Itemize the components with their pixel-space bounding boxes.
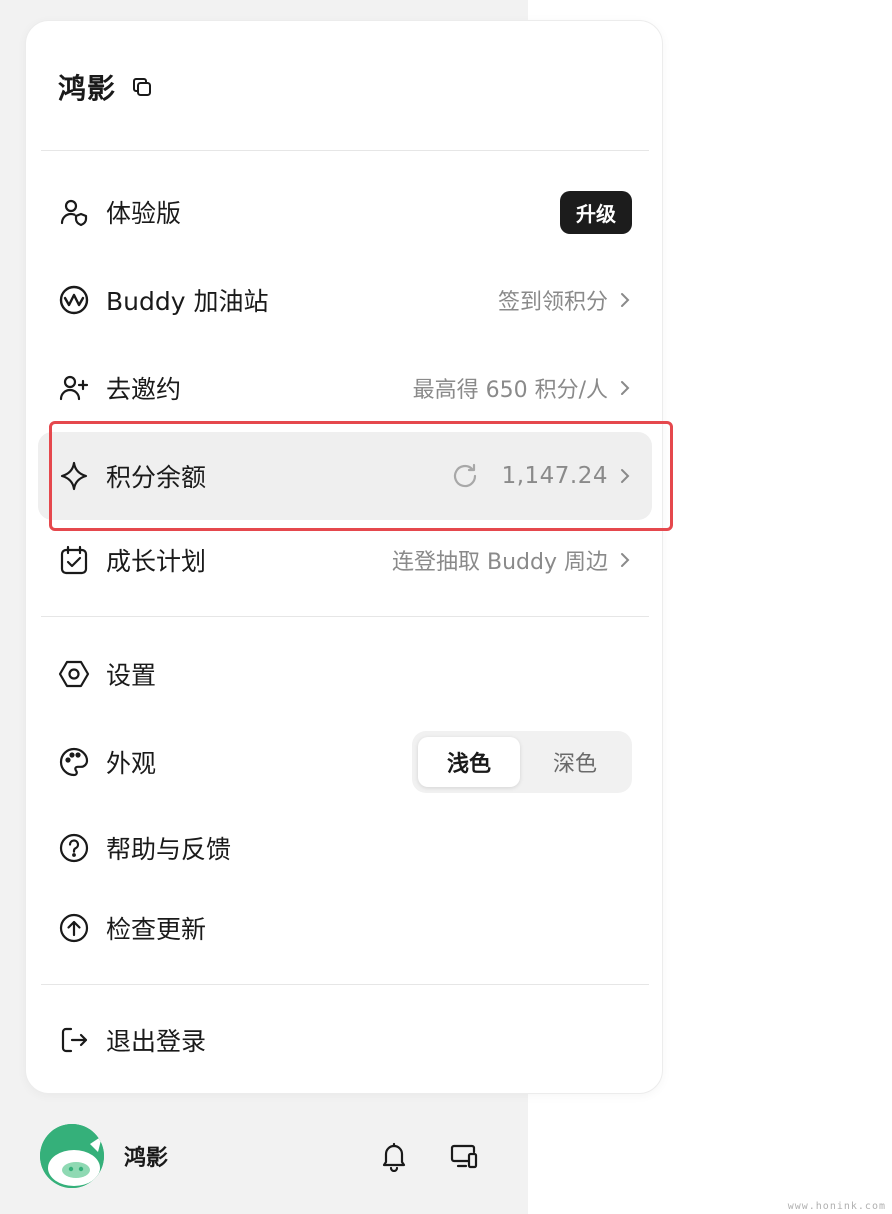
watermark: www.honink.com <box>787 1201 886 1212</box>
menu-item-points-balance[interactable]: 积分余额 1,147.24 <box>38 432 652 520</box>
refresh-icon[interactable] <box>450 461 480 491</box>
menu-item-label: Buddy 加油站 <box>106 287 269 316</box>
chevron-right-icon <box>618 466 632 486</box>
question-circle-icon <box>58 832 90 864</box>
devices-icon[interactable] <box>448 1140 480 1172</box>
invite-hint: 最高得 650 积分/人 <box>412 378 608 403</box>
menu-item-label: 成长计划 <box>106 547 207 576</box>
footer-user-name: 鸿影 <box>124 1146 169 1171</box>
menu-item-right: 1,147.24 <box>450 461 632 491</box>
theme-dark-button[interactable]: 深色 <box>524 737 626 787</box>
menu-item-label: 去邀约 <box>106 375 182 404</box>
user-footer: 鸿影 <box>40 1124 500 1188</box>
menu-item-label: 体验版 <box>106 199 182 228</box>
menu-item-buddy-station[interactable]: Buddy 加油站 签到领积分 <box>38 256 652 344</box>
divider <box>41 616 649 617</box>
upgrade-button[interactable]: 升级 <box>560 190 632 234</box>
menu-item-label: 积分余额 <box>106 463 207 492</box>
menu-item-right: 连登抽取 Buddy 周边 <box>392 544 632 576</box>
user-name-title: 鸿影 <box>58 72 117 105</box>
menu-item-plan[interactable]: 体验版 升级 <box>38 168 652 256</box>
calendar-check-icon <box>58 544 90 576</box>
menu-item-right: 升级 <box>560 190 632 234</box>
hexagon-settings-icon <box>58 658 90 690</box>
menu-item-label: 外观 <box>106 749 157 778</box>
menu-header: 鸿影 <box>58 67 154 107</box>
chevron-right-icon <box>618 550 632 570</box>
arrow-up-circle-icon <box>58 912 90 944</box>
growth-hint: 连登抽取 Buddy 周边 <box>392 550 608 575</box>
menu-item-right: 最高得 650 积分/人 <box>413 372 632 404</box>
menu-item-growth-plan[interactable]: 成长计划 连登抽取 Buddy 周边 <box>38 516 652 604</box>
user-shield-icon <box>58 196 90 228</box>
bell-icon[interactable] <box>378 1140 410 1172</box>
avatar[interactable] <box>40 1124 104 1188</box>
user-plus-icon <box>58 372 90 404</box>
menu-item-appearance: 外观 浅色 深色 <box>38 718 652 806</box>
account-menu: 鸿影 体验版 升级 Buddy 加油站 签到领积分 去邀约 最高得 650 积分… <box>25 20 663 1094</box>
menu-item-help[interactable]: 帮助与反馈 <box>38 804 652 892</box>
footer-actions <box>378 1140 500 1172</box>
divider <box>41 150 649 151</box>
menu-item-label: 设置 <box>106 661 157 690</box>
menu-item-logout[interactable]: 退出登录 <box>38 996 652 1084</box>
palette-icon <box>58 746 90 778</box>
points-balance-value: 1,147.24 <box>501 463 608 489</box>
chevron-right-icon <box>618 290 632 310</box>
menu-item-check-update[interactable]: 检查更新 <box>38 884 652 972</box>
chevron-right-icon <box>618 378 632 398</box>
theme-light-button[interactable]: 浅色 <box>418 737 520 787</box>
divider <box>41 984 649 985</box>
logout-icon <box>58 1024 90 1056</box>
menu-item-label: 帮助与反馈 <box>106 835 232 864</box>
menu-item-right: 签到领积分 <box>498 284 632 316</box>
checkin-hint: 签到领积分 <box>497 290 608 315</box>
menu-item-invite[interactable]: 去邀约 最高得 650 积分/人 <box>38 344 652 432</box>
copy-icon[interactable] <box>130 75 154 99</box>
menu-item-settings[interactable]: 设置 <box>38 630 652 718</box>
wave-circle-icon <box>58 284 90 316</box>
theme-switcher: 浅色 深色 <box>412 731 632 793</box>
menu-item-label: 检查更新 <box>106 915 207 944</box>
sparkle-icon <box>58 460 90 492</box>
menu-item-label: 退出登录 <box>106 1027 207 1056</box>
